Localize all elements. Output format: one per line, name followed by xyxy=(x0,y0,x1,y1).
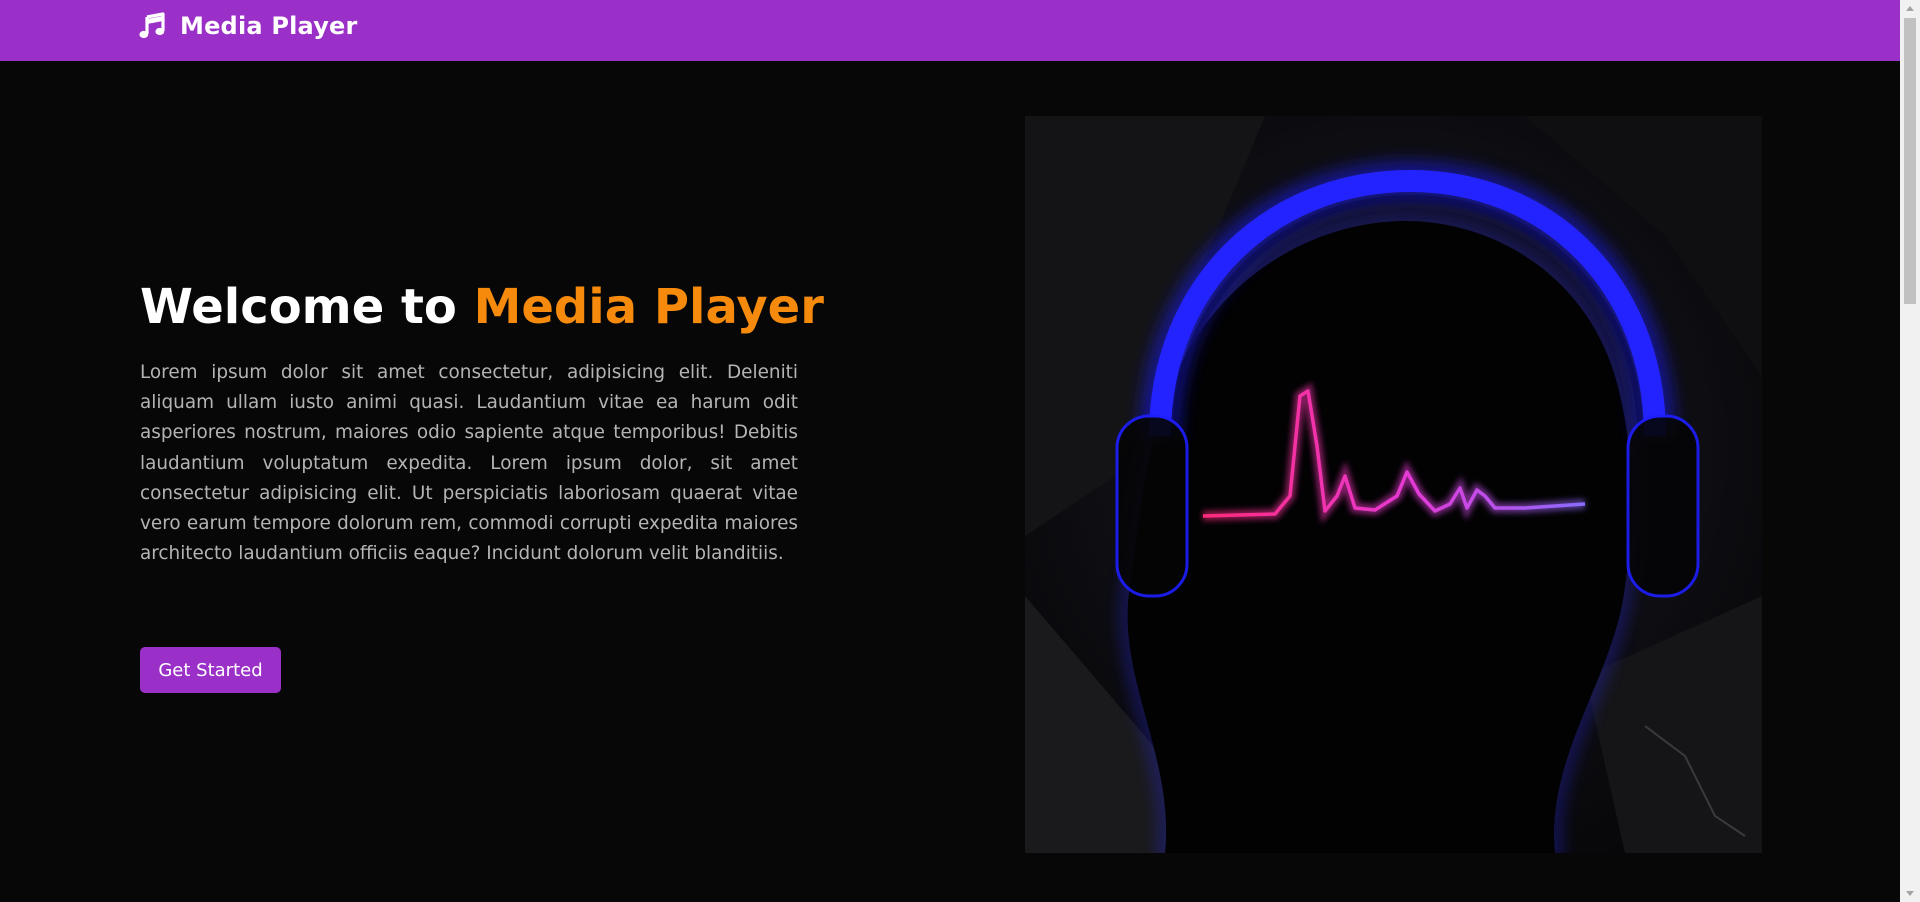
get-started-button[interactable]: Get Started xyxy=(140,647,281,693)
hero-description: Lorem ipsum dolor sit amet consectetur, … xyxy=(140,362,798,565)
top-navbar: Media Player xyxy=(0,0,1900,61)
page-scrollbar[interactable] xyxy=(1900,0,1920,902)
brand-name: Media Player xyxy=(180,12,358,40)
scroll-up-icon[interactable] xyxy=(1906,6,1914,11)
music-note-icon xyxy=(138,12,166,40)
hero-title-accent: Media Player xyxy=(473,279,824,335)
brand-link[interactable]: Media Player xyxy=(138,12,358,40)
hero-title-prefix: Welcome to xyxy=(140,279,474,335)
scrollbar-thumb[interactable] xyxy=(1904,18,1916,304)
scroll-down-icon[interactable] xyxy=(1906,891,1914,896)
headphones-heartbeat-image xyxy=(1025,116,1762,853)
hero-title: Welcome to Media Player xyxy=(140,270,824,344)
hero-content: Welcome to Media Player Lorem ipsum dolo… xyxy=(140,270,824,569)
